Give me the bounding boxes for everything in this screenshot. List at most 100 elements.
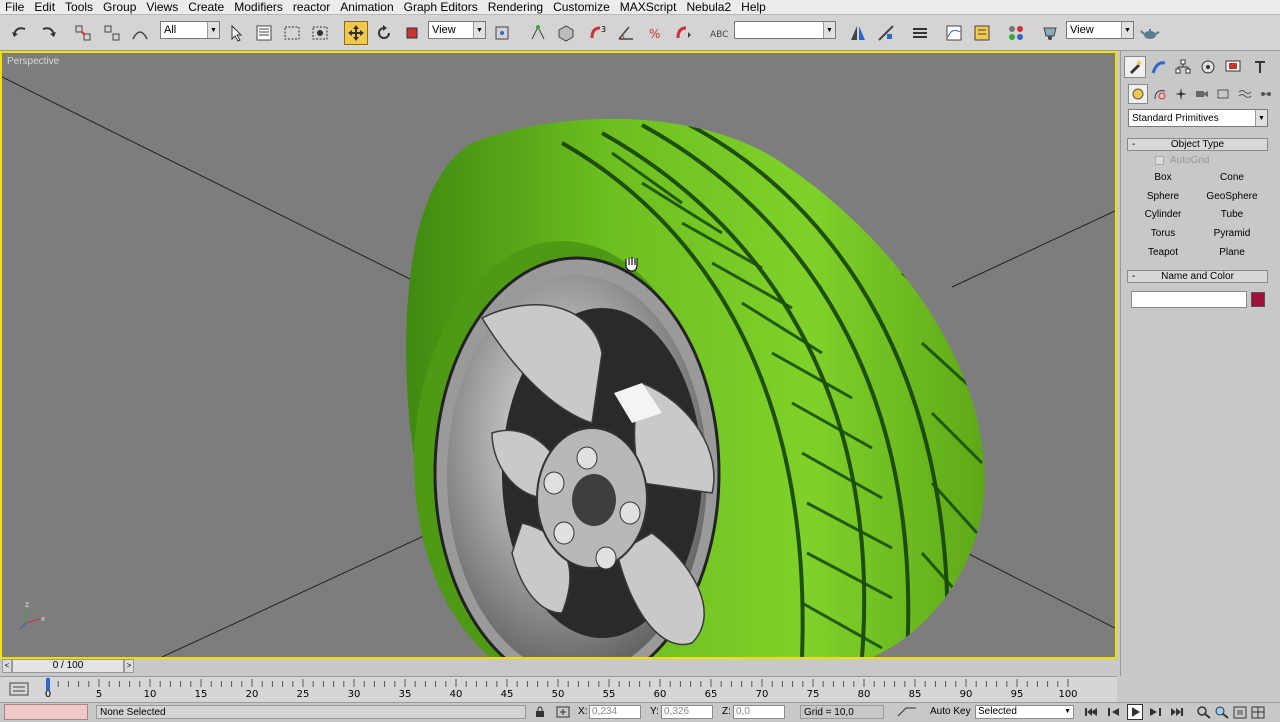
menu-create[interactable]: Create [183,0,229,14]
track-bar[interactable]: 0 5 10 15 20 25 30 35 40 45 50 55 60 65 70 75 80 85 90 95 10… [0,676,1117,702]
chevron-down-icon: ▼ [1064,708,1071,715]
window-crossing-icon[interactable] [308,21,332,45]
menu-customize[interactable]: Customize [548,0,615,14]
layer-manager-icon[interactable] [908,21,932,45]
frame-tick-label: 30 [348,689,361,700]
maxscript-listener-mini[interactable] [4,704,88,720]
menu-help[interactable]: Help [736,0,771,14]
align-icon[interactable] [874,21,898,45]
svg-text:3: 3 [601,25,606,34]
select-object-icon[interactable] [224,21,248,45]
select-and-rotate-icon[interactable] [372,21,396,45]
named-selection-sets-dropdown[interactable]: ▼ [734,21,836,39]
zoom-all-icon[interactable] [1215,706,1229,719]
create-plane-button[interactable]: Plane [1202,245,1262,261]
name-and-color-rollout-header[interactable]: - Name and Color [1127,270,1268,283]
frame-tick-label: 60 [654,689,667,700]
keyboard-shortcut-override-icon[interactable] [554,21,578,45]
select-and-link-icon[interactable] [71,21,95,45]
render-view-dropdown[interactable]: View ▼ [1066,21,1134,39]
menu-edit[interactable]: Edit [29,0,60,14]
play-animation-icon[interactable] [1127,704,1143,720]
frame-counter[interactable]: 0 / 100 [12,659,124,673]
pivot-center-icon[interactable] [490,21,514,45]
select-and-move-icon[interactable] [344,21,368,45]
prev-frame-icon[interactable]: < [2,659,12,673]
select-and-scale-icon[interactable] [400,21,424,45]
time-slider[interactable]: < 0 / 100 > [0,659,1117,673]
key-filter-dropdown[interactable]: Selected ▼ [975,705,1074,719]
create-cone-button[interactable]: Cone [1202,170,1262,186]
status-bar: None Selected X: 0,234 Y: 0,326 Z: 0,0 G… [0,702,1280,720]
edit-named-selection-icon[interactable]: ABC [706,21,730,45]
menu-animation[interactable]: Animation [335,0,398,14]
menu-tools[interactable]: Tools [60,0,98,14]
frame-tick-label: 55 [603,689,616,700]
chevron-down-icon: ▼ [1121,22,1133,38]
menu-rendering[interactable]: Rendering [483,0,548,14]
create-torus-button[interactable]: Torus [1133,226,1193,242]
go-to-start-icon[interactable] [1084,706,1098,718]
menu-file[interactable]: File [0,0,29,14]
menu-maxscript[interactable]: MAXScript [615,0,682,14]
render-scene-dialog-icon[interactable] [1038,21,1062,45]
frame-tick-label: 35 [399,689,412,700]
spinner-snap-icon[interactable] [672,21,696,45]
lock-selection-icon[interactable] [535,706,545,717]
current-frame-marker[interactable] [46,678,50,690]
menu-graph-editors[interactable]: Graph Editors [399,0,483,14]
x-coord-field[interactable]: 0,234 [589,705,641,719]
create-tube-button[interactable]: Tube [1202,207,1262,223]
redo-icon[interactable] [36,21,60,45]
frame-tick-label: 20 [246,689,259,700]
mirror-icon[interactable] [846,21,870,45]
x-coord-label: X: [578,706,588,717]
percent-snap-icon[interactable]: % [644,21,668,45]
create-teapot-button[interactable]: Teapot [1133,245,1193,261]
manipulate-icon[interactable] [526,21,550,45]
menu-nebula2[interactable]: Nebula2 [681,0,736,14]
schematic-view-icon[interactable] [970,21,994,45]
create-pyramid-button[interactable]: Pyramid [1202,226,1262,242]
frame-tick-label: 40 [450,689,463,700]
next-key-icon[interactable] [1148,706,1162,718]
y-coord-field[interactable]: 0,326 [661,705,713,719]
zoom-extents-all-icon[interactable] [1251,706,1265,719]
quick-render-teapot-icon[interactable] [1138,21,1162,45]
frame-tick-label: 25 [297,689,310,700]
create-box-button[interactable]: Box [1133,170,1193,186]
create-geosphere-button[interactable]: GeoSphere [1202,189,1262,205]
create-sphere-button[interactable]: Sphere [1133,189,1193,205]
frame-tick-label: 85 [909,689,922,700]
frame-tick-label: 5 [96,689,102,700]
menu-views[interactable]: Views [141,0,183,14]
previous-key-icon[interactable] [1107,706,1121,718]
zoom-extents-icon[interactable] [1233,706,1247,719]
menu-reactor[interactable]: reactor [288,0,335,14]
next-frame-icon[interactable]: > [124,659,134,673]
material-editor-icon[interactable] [1004,21,1028,45]
go-to-end-icon[interactable] [1170,706,1184,718]
selection-filter-dropdown[interactable]: All ▼ [160,21,220,39]
angle-snap-icon[interactable] [614,21,638,45]
curve-editor-icon[interactable] [942,21,966,45]
auto-key-button[interactable]: Auto Key [930,705,971,719]
perspective-viewport[interactable]: Perspective z x [0,51,1117,659]
rectangular-selection-icon[interactable] [280,21,304,45]
unlink-selection-icon[interactable] [100,21,124,45]
menu-modifiers[interactable]: Modifiers [229,0,288,14]
object-color-swatch[interactable] [1251,292,1265,307]
menu-group[interactable]: Group [98,0,141,14]
reference-coordinate-value: View [432,24,456,36]
bind-to-space-warp-icon[interactable] [128,21,152,45]
snaps-toggle-icon[interactable]: 3 [586,21,610,45]
select-by-name-icon[interactable] [252,21,276,45]
object-name-field[interactable] [1131,291,1247,308]
time-tag-icon[interactable] [896,706,918,718]
z-coord-field[interactable]: 0,0 [733,705,785,719]
create-cylinder-button[interactable]: Cylinder [1133,207,1193,223]
zoom-icon[interactable] [1197,706,1211,719]
reference-coordinate-dropdown[interactable]: View ▼ [428,21,486,39]
absolute-transform-icon[interactable] [556,706,570,718]
undo-icon[interactable] [8,21,32,45]
